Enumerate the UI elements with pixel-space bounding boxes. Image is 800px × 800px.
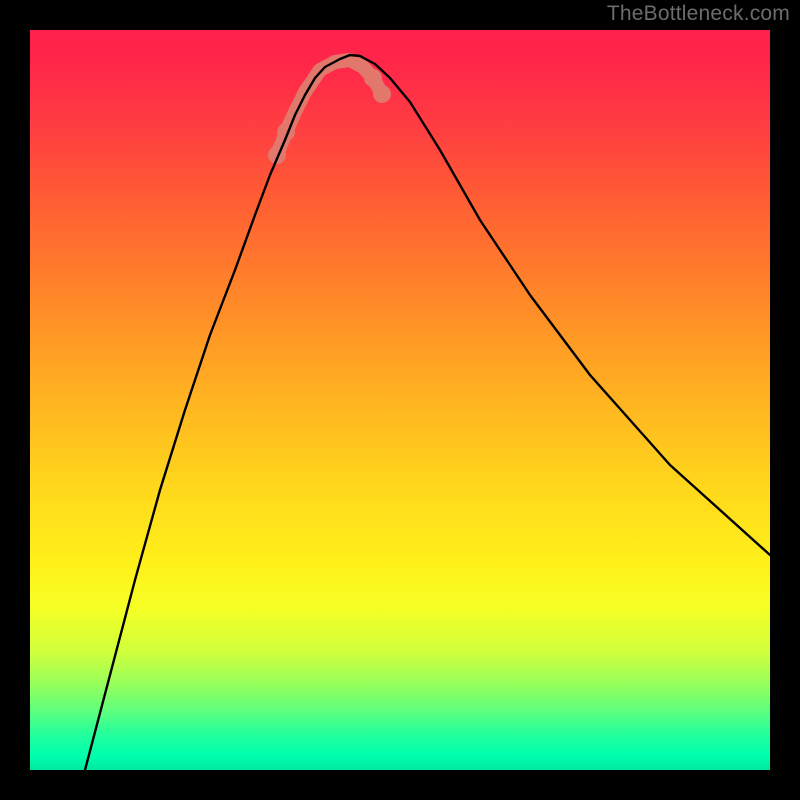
watermark-text: TheBottleneck.com bbox=[607, 2, 790, 26]
marker-dot bbox=[364, 69, 382, 87]
plot-area bbox=[30, 30, 770, 770]
bottleneck-curve bbox=[85, 55, 770, 770]
overlay-svg bbox=[30, 30, 770, 770]
marker-dot bbox=[373, 85, 391, 103]
chart-frame: TheBottleneck.com bbox=[0, 0, 800, 800]
